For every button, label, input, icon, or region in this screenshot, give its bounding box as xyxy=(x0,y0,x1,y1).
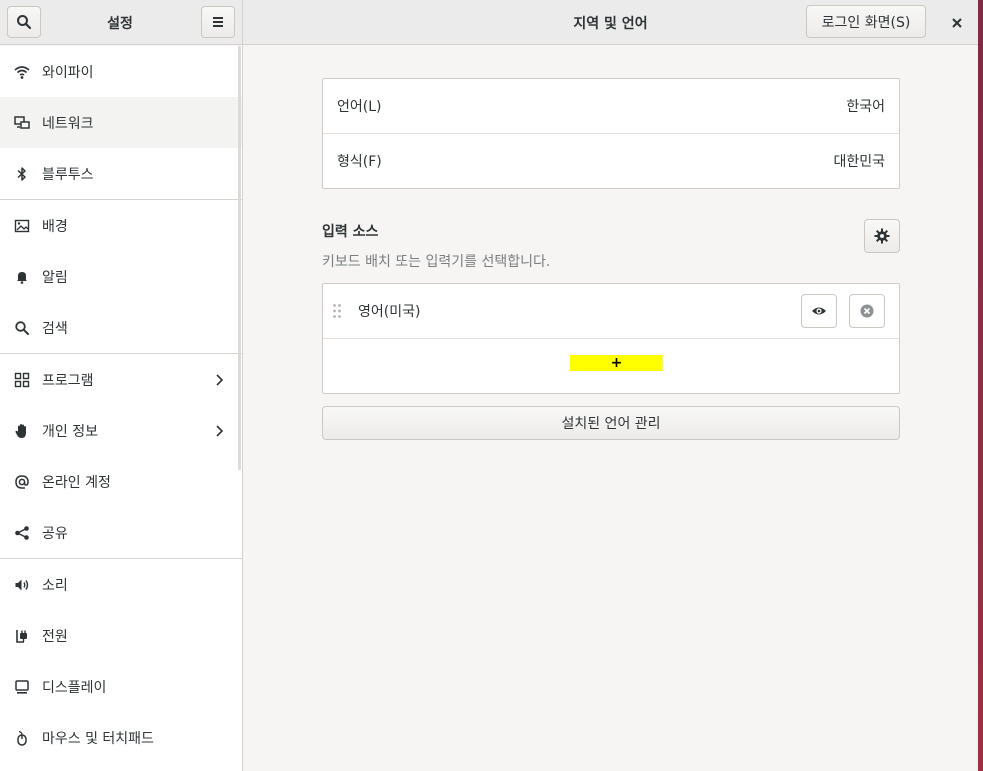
language-value: 한국어 xyxy=(846,99,885,115)
sidebar-item-sound[interactable]: 소리 xyxy=(0,559,242,610)
at-icon xyxy=(13,473,31,491)
remove-input-source-button[interactable] xyxy=(849,294,885,328)
eye-icon xyxy=(812,307,826,315)
input-source-label: 영어(미국) xyxy=(358,304,421,320)
sidebar-item-notifications[interactable]: 알림 xyxy=(0,251,242,302)
remove-icon xyxy=(860,304,874,318)
sidebar-item-label: 네트워크 xyxy=(42,115,94,132)
hamburger-menu-icon xyxy=(213,17,223,27)
search-icon xyxy=(17,15,32,30)
formats-value: 대한민국 xyxy=(833,154,885,170)
close-button[interactable] xyxy=(942,8,972,38)
row-separator xyxy=(323,338,899,339)
bell-icon xyxy=(13,268,31,286)
add-icon: + xyxy=(610,355,623,371)
desktop-edge xyxy=(978,0,983,771)
manage-languages-button[interactable]: 설치된 언어 관리 xyxy=(322,406,900,440)
sidebar-item-label: 마우스 및 터치패드 xyxy=(42,730,154,747)
chevron-right-icon xyxy=(216,373,224,386)
gear-icon xyxy=(874,228,890,244)
search-icon xyxy=(13,319,31,337)
apps-grid-icon xyxy=(13,371,31,389)
sidebar-item-label: 배경 xyxy=(42,218,68,235)
bluetooth-icon xyxy=(13,165,31,183)
sidebar-item-network[interactable]: 네트워크 xyxy=(0,97,242,148)
language-row[interactable]: 언어(L) 한국어 xyxy=(323,79,899,133)
sidebar-item-label: 프로그램 xyxy=(42,372,94,389)
sidebar-item-wifi[interactable]: 와이파이 xyxy=(0,46,242,97)
sidebar-item-sharing[interactable]: 공유 xyxy=(0,507,242,558)
sidebar: 와이파이 네트워크 블루투스 배경 알림 검색 프로그램 개인 정보 온라인 계… xyxy=(0,46,242,771)
sidebar-item-label: 블루투스 xyxy=(42,166,94,183)
sidebar-item-online-accounts[interactable]: 온라인 계정 xyxy=(0,456,242,507)
input-sources-subtitle: 키보드 배치 또는 입력기를 선택합니다. xyxy=(322,254,551,270)
share-icon xyxy=(13,524,31,542)
drag-handle-icon[interactable] xyxy=(332,303,342,319)
input-sources-title: 입력 소스 xyxy=(322,224,379,240)
sidebar-item-label: 검색 xyxy=(42,320,68,337)
network-icon xyxy=(13,114,31,132)
sidebar-item-label: 공유 xyxy=(42,525,68,542)
mouse-icon xyxy=(13,729,31,747)
sidebar-item-displays[interactable]: 디스플레이 xyxy=(0,661,242,712)
sidebar-item-power[interactable]: 전원 xyxy=(0,610,242,661)
add-input-source-button[interactable]: + xyxy=(570,355,663,371)
sidebar-item-search[interactable]: 검색 xyxy=(0,302,242,353)
sidebar-scrollbar[interactable] xyxy=(238,46,241,470)
sidebar-item-applications[interactable]: 프로그램 xyxy=(0,354,242,405)
close-icon xyxy=(952,18,962,28)
wifi-icon xyxy=(13,63,31,81)
sidebar-item-label: 개인 정보 xyxy=(42,423,98,440)
formats-label: 형식(F) xyxy=(337,154,382,170)
sidebar-item-background[interactable]: 배경 xyxy=(0,200,242,251)
search-button[interactable] xyxy=(7,6,41,38)
sidebar-title: 설정 xyxy=(107,15,133,32)
sidebar-divider xyxy=(242,0,243,771)
preview-layout-button[interactable] xyxy=(801,294,837,328)
display-icon xyxy=(13,678,31,696)
input-sources-settings-button[interactable] xyxy=(864,219,900,253)
language-label: 언어(L) xyxy=(337,99,382,115)
settings-window: 설정 지역 및 언어 로그인 화면(S) 와이파이 네트워크 블루투스 배경 알… xyxy=(0,0,978,771)
sidebar-item-label: 와이파이 xyxy=(42,64,94,81)
background-icon xyxy=(13,217,31,235)
menu-button[interactable] xyxy=(201,6,235,38)
formats-row[interactable]: 형식(F) 대한민국 xyxy=(323,134,899,188)
sidebar-item-label: 온라인 계정 xyxy=(42,474,111,491)
sidebar-item-label: 전원 xyxy=(42,628,68,645)
language-formats-card: 언어(L) 한국어 형식(F) 대한민국 xyxy=(322,78,900,189)
login-screen-button[interactable]: 로그인 화면(S) xyxy=(806,5,926,38)
sidebar-item-label: 소리 xyxy=(42,577,68,594)
power-icon xyxy=(13,627,31,645)
chevron-right-icon xyxy=(216,424,224,437)
hand-icon xyxy=(13,422,31,440)
sidebar-item-label: 디스플레이 xyxy=(42,679,107,696)
speaker-icon xyxy=(13,576,31,594)
sidebar-item-privacy[interactable]: 개인 정보 xyxy=(0,405,242,456)
sidebar-item-label: 알림 xyxy=(42,269,68,286)
sidebar-item-mouse-touchpad[interactable]: 마우스 및 터치패드 xyxy=(0,712,242,763)
sidebar-item-bluetooth[interactable]: 블루투스 xyxy=(0,148,242,199)
